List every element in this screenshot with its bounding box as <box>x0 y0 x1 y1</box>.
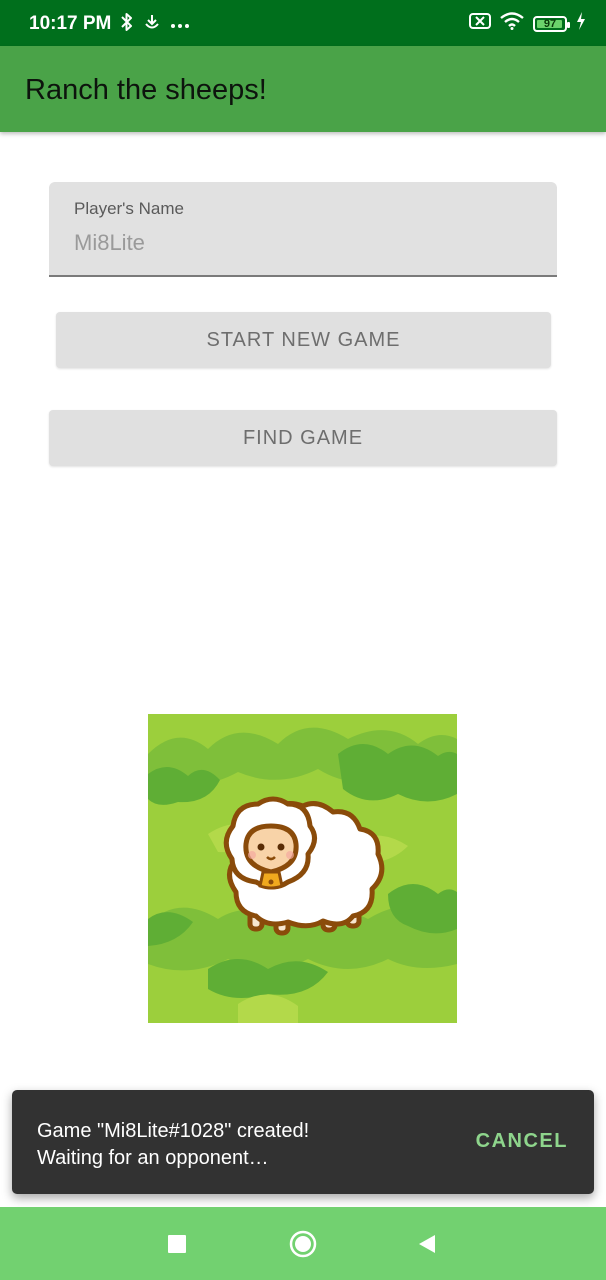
back-icon[interactable] <box>413 1230 441 1258</box>
cancel-button[interactable]: CANCEL <box>476 1130 568 1153</box>
bluetooth-icon <box>120 12 134 37</box>
more-icon <box>170 16 190 34</box>
recents-icon[interactable] <box>163 1230 191 1258</box>
status-time: 10:17 PM <box>29 13 112 34</box>
start-new-game-button[interactable]: START NEW GAME <box>56 312 551 368</box>
battery-level: 97 <box>543 17 557 30</box>
status-bar: 10:17 PM 97 <box>0 0 606 46</box>
player-name-label: Player's Name <box>74 199 185 218</box>
snackbar-message: Game "Mi8Lite#1028" created! Waiting for… <box>37 1118 309 1172</box>
find-game-button[interactable]: FIND GAME <box>49 410 557 466</box>
snackbar-line-1: Game "Mi8Lite#1028" created! <box>37 1120 310 1142</box>
player-name-field[interactable]: Player's Name Mi8Lite <box>49 182 557 277</box>
sim-off-icon <box>469 13 491 34</box>
player-name-input[interactable]: Mi8Lite <box>74 230 145 256</box>
wifi-icon <box>500 12 524 35</box>
app-title: Ranch the sheeps! <box>25 74 267 106</box>
sheep-on-grass-image <box>148 714 457 1023</box>
navigation-bar <box>0 1207 606 1280</box>
download-icon <box>143 13 161 36</box>
battery-icon: 97 <box>533 15 570 32</box>
snackbar: Game "Mi8Lite#1028" created! Waiting for… <box>12 1090 594 1194</box>
snackbar-line-2: Waiting for an opponent… <box>37 1147 269 1169</box>
charging-icon <box>576 12 586 35</box>
app-bar: Ranch the sheeps! <box>0 46 606 132</box>
home-icon[interactable] <box>289 1230 317 1258</box>
